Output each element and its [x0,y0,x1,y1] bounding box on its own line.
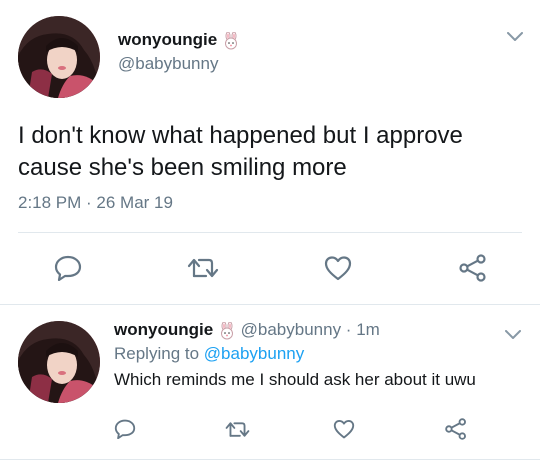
chevron-down-icon[interactable] [505,330,521,340]
tweet-text-line-1: I don't know what happened but I approve [18,122,463,149]
replying-to-link[interactable]: @babybunny [204,344,304,363]
tweet-text-line-2: cause she's been smiling more [18,154,347,181]
retweet-icon[interactable] [187,256,219,280]
reply-icon[interactable] [114,419,136,439]
divider [0,304,540,305]
like-icon[interactable] [333,419,355,439]
bunny-face-icon [218,321,236,340]
share-icon[interactable] [458,254,488,282]
tweet-text: I don't know what happened but I approve… [18,120,518,184]
divider [18,232,522,233]
avatar[interactable] [18,16,100,98]
reply-text: Which reminds me I should ask her about … [114,370,476,389]
replying-to-label: Replying to [114,344,200,363]
share-icon[interactable] [444,418,468,440]
timestamp[interactable]: 2:18 PM · 26 Mar 19 [18,193,173,213]
avatar[interactable] [18,321,100,403]
reply-icon[interactable] [54,255,82,281]
chevron-down-icon[interactable] [507,32,523,42]
handle[interactable]: @babybunny [118,54,218,74]
reply-display-name[interactable]: wonyoungie [114,320,213,339]
display-name[interactable]: wonyoungie [118,30,217,49]
retweet-icon[interactable] [225,420,250,439]
bunny-face-icon [222,31,240,50]
like-icon[interactable] [324,255,352,281]
reply-handle-time[interactable]: @babybunny · 1m [241,320,380,339]
divider [0,459,540,460]
